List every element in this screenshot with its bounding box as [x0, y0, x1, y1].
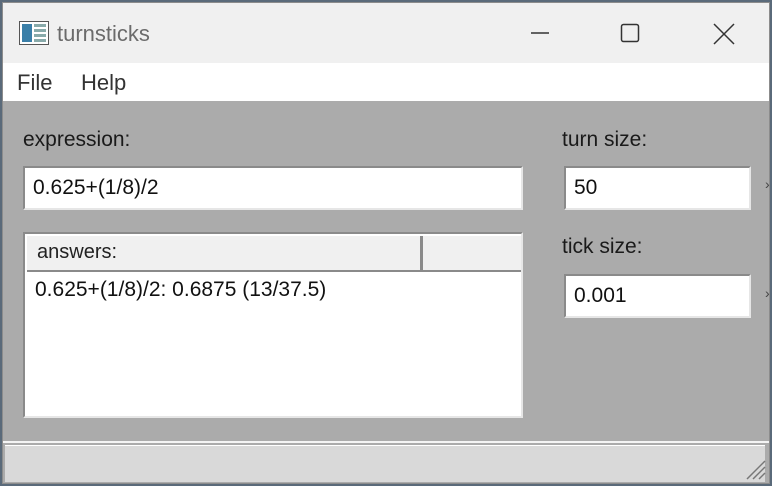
maximize-icon	[620, 23, 640, 43]
answers-list-header: answers:	[27, 236, 521, 272]
tick-size-label: tick size:	[562, 235, 643, 258]
close-button[interactable]	[693, 13, 753, 53]
app-window-icon	[19, 21, 49, 45]
extra-column-header[interactable]	[426, 236, 521, 270]
answers-column-header[interactable]: answers:	[27, 236, 423, 270]
scroll-arrow-icon: ›	[765, 285, 770, 301]
tick-size-input[interactable]	[564, 274, 751, 318]
maximize-button[interactable]	[600, 13, 660, 53]
resize-grip-icon[interactable]	[741, 455, 767, 481]
answers-list[interactable]: answers: 0.625+(1/8)/2: 0.6875 (13/37.5)	[23, 232, 523, 418]
menu-file[interactable]: File	[15, 70, 54, 96]
minimize-button[interactable]	[510, 13, 570, 53]
expression-label: expression:	[23, 128, 131, 151]
status-panel	[5, 445, 765, 482]
window-title: turnsticks	[57, 21, 150, 46]
minimize-icon	[531, 32, 549, 34]
title-bar[interactable]: turnsticks	[3, 3, 769, 63]
menu-bar: File Help	[3, 63, 769, 101]
expression-input[interactable]	[23, 166, 523, 210]
status-bar	[3, 441, 769, 483]
scroll-arrow-icon: ›	[765, 176, 770, 192]
turn-size-label: turn size:	[562, 128, 648, 151]
app-window: turnsticks File Help expression: turn si…	[2, 2, 770, 484]
list-item[interactable]: 0.625+(1/8)/2: 0.6875 (13/37.5)	[35, 278, 326, 302]
menu-help[interactable]: Help	[79, 70, 128, 96]
close-icon	[713, 23, 735, 45]
turn-size-input[interactable]	[564, 166, 751, 210]
answers-column-label: answers:	[37, 241, 118, 263]
